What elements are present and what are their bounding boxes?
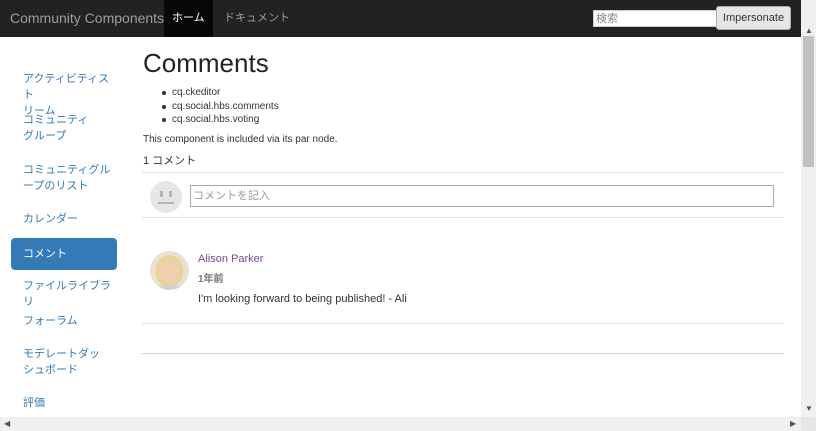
vertical-scroll-thumb[interactable] xyxy=(803,36,814,167)
sidebar-item-label: フォーラム xyxy=(23,315,78,327)
comment-text: I'm looking forward to being published! … xyxy=(198,293,407,305)
sidebar-item-rating[interactable]: 評価 xyxy=(11,395,117,411)
user-photo-icon xyxy=(150,251,189,290)
page-title: Comments xyxy=(143,48,269,78)
sidebar-item-community-group-list[interactable]: コミュニティグル ープのリスト xyxy=(11,162,117,194)
mouth-shape xyxy=(158,202,174,204)
comment-input[interactable] xyxy=(190,185,774,207)
comment-timestamp: 1年前 xyxy=(198,274,224,285)
sidebar-item-forum[interactable]: フォーラム xyxy=(11,313,117,329)
tab-documents[interactable]: ドキュメント xyxy=(216,0,298,37)
list-item: cq.ckeditor xyxy=(162,86,279,100)
sidebar-item-label: シュボード xyxy=(23,364,78,376)
tab-home[interactable]: ホーム xyxy=(164,0,213,37)
brand-title[interactable]: Community Components xyxy=(10,10,164,26)
sidebar-item-label: モデレートダッ xyxy=(23,348,100,360)
comment-author[interactable]: Alison Parker xyxy=(198,253,263,265)
search-input[interactable] xyxy=(593,10,717,27)
sidebar-item-label: コミュニティ xyxy=(23,114,89,126)
eye-shape xyxy=(160,191,163,197)
arrow-down-icon[interactable]: ▼ xyxy=(805,405,813,413)
arrow-up-icon[interactable]: ▲ xyxy=(805,27,813,35)
sidebar-item-label: コミュニティグル xyxy=(23,164,111,176)
sidebar-item-calendar[interactable]: カレンダー xyxy=(11,211,117,227)
list-item: cq.social.hbs.voting xyxy=(162,113,279,127)
sidebar-item-label: カレンダー xyxy=(23,213,78,225)
dependency-list: cq.ckeditor cq.social.hbs.comments cq.so… xyxy=(162,86,279,127)
comment-count: 1 コメント xyxy=(143,155,197,167)
sidebar-item-label: ープのリスト xyxy=(23,180,89,192)
divider xyxy=(142,172,784,173)
divider xyxy=(142,323,784,324)
impersonate-button[interactable]: Impersonate xyxy=(716,6,791,30)
avatar[interactable] xyxy=(150,251,189,290)
scrollbar-corner xyxy=(801,417,816,431)
divider xyxy=(142,217,784,218)
arrow-right-icon[interactable]: ▶ xyxy=(790,420,796,428)
eye-shape xyxy=(169,191,172,197)
sidebar-item-label: コメント xyxy=(23,248,67,260)
arrow-left-icon[interactable]: ◀ xyxy=(4,420,10,428)
sidebar-item-label: 評価 xyxy=(23,397,45,409)
sidebar-item-moderation-dashboard[interactable]: モデレートダッ シュボード xyxy=(11,346,117,378)
sidebar-item-label: ファイルライブラリ xyxy=(23,280,111,308)
neutral-face-icon xyxy=(150,181,182,213)
divider xyxy=(142,353,784,354)
component-note: This component is included via its par n… xyxy=(143,134,338,145)
sidebar-item-comments[interactable]: コメント xyxy=(11,238,117,270)
sidebar-item-label: アクティビティスト xyxy=(23,73,110,101)
sidebar-item-file-library[interactable]: ファイルライブラリ xyxy=(11,278,117,310)
top-navbar: Community Components ホーム ドキュメント Imperson… xyxy=(0,0,801,37)
horizontal-scrollbar[interactable] xyxy=(0,417,801,431)
list-item: cq.social.hbs.comments xyxy=(162,100,279,112)
sidebar-item-community-group[interactable]: コミュニティ グループ xyxy=(11,112,117,144)
sidebar-item-label: グループ xyxy=(23,130,67,142)
